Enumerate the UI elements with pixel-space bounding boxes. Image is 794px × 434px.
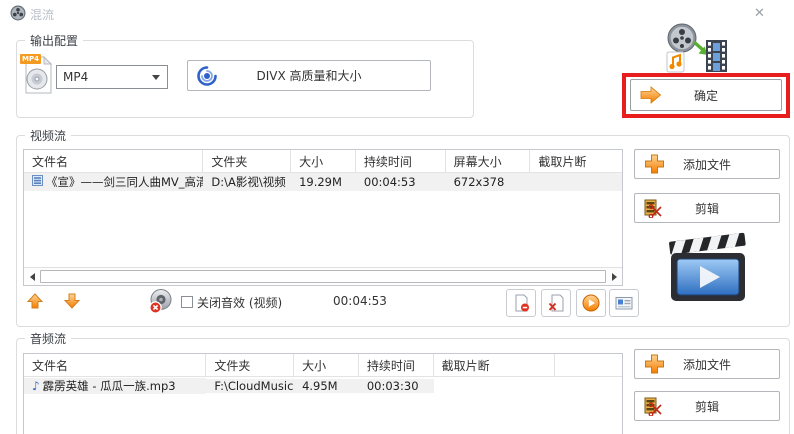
scrollbar-thumb[interactable] <box>40 270 606 283</box>
video-file-screensize: 672x378 <box>446 175 531 189</box>
plus-icon <box>644 354 665 375</box>
audio-list-header: 文件名 文件夹 大小 持续时间 截取片断 <box>24 354 622 377</box>
video-list-header: 文件名 文件夹 大小 持续时间 屏幕大小 截取片断 <box>24 150 622 173</box>
col-clip[interactable]: 截取片断 <box>434 354 556 376</box>
col-folder[interactable]: 文件夹 <box>203 150 291 172</box>
profile-button-label: DIVX 高质量和大小 <box>256 67 361 84</box>
audio-file-folder: F:\CloudMusic <box>206 379 294 393</box>
mp4-badge: MP4 <box>20 54 41 64</box>
chevron-down-icon <box>152 75 160 80</box>
properties-button[interactable] <box>609 289 639 317</box>
video-file-icon <box>32 175 43 189</box>
col-size[interactable]: 大小 <box>291 150 356 172</box>
horizontal-scrollbar[interactable] <box>24 267 622 285</box>
col-folder[interactable]: 文件夹 <box>206 354 294 376</box>
audio-add-file-button[interactable]: 添加文件 <box>634 349 780 379</box>
format-select-value: MP4 <box>57 70 152 84</box>
scissors-clip-icon <box>644 198 664 218</box>
video-file-list: 文件名 文件夹 大小 持续时间 屏幕大小 截取片断 《宣》——剑三同人曲MV_高… <box>23 149 623 286</box>
video-stream-group: 视频流 文件名 文件夹 大小 持续时间 屏幕大小 截取片断 《宣》——剑三同人曲… <box>16 135 790 327</box>
col-size[interactable]: 大小 <box>294 354 359 376</box>
audio-table-row[interactable]: ♪ 霹雳英雄 - 瓜瓜一族.mp3 F:\CloudMusic 4.95M 00… <box>24 377 622 395</box>
audio-stream-group: 音频流 文件名 文件夹 大小 持续时间 截取片断 ♪ 霹雳英雄 - 瓜瓜一族.m… <box>16 338 790 434</box>
divx-profile-icon <box>197 66 217 86</box>
audio-file-duration: 00:03:30 <box>359 379 434 393</box>
ok-button[interactable]: 确定 <box>630 79 782 111</box>
audio-note-icon: ♪ <box>32 380 40 392</box>
col-duration[interactable]: 持续时间 <box>359 354 434 376</box>
audio-file-list: 文件名 文件夹 大小 持续时间 截取片断 ♪ 霹雳英雄 - 瓜瓜一族.mp3 F… <box>23 353 623 434</box>
play-button[interactable] <box>576 289 606 317</box>
clapperboard-icon <box>667 229 749 306</box>
col-duration[interactable]: 持续时间 <box>356 150 446 172</box>
mute-speaker-icon <box>147 288 174 318</box>
video-file-name: 《宣》——剑三同人曲MV_高清... <box>46 174 203 190</box>
video-add-file-button[interactable]: 添加文件 <box>634 149 780 179</box>
scissors-clip-icon <box>644 396 664 416</box>
audio-file-size: 4.95M <box>294 379 359 393</box>
delete-file-button[interactable] <box>541 289 571 317</box>
video-edit-button[interactable]: 剪辑 <box>634 193 780 223</box>
mux-dialog-window: 混流 ✕ 输出配置 MP4 MP4 <box>0 0 794 434</box>
video-file-duration: 00:04:53 <box>356 175 446 189</box>
video-edit-label: 剪辑 <box>695 200 719 217</box>
audio-add-file-label: 添加文件 <box>683 356 731 373</box>
video-table-row[interactable]: 《宣》——剑三同人曲MV_高清... D:\A影视\视频 19.29M 00:0… <box>24 173 622 191</box>
mp4-file-icon: MP4 <box>23 54 53 97</box>
profile-button[interactable]: DIVX 高质量和大小 <box>187 60 431 91</box>
mux-media-icon <box>658 22 730 77</box>
video-file-size: 19.29M <box>291 175 356 189</box>
current-time-value: 00:04:53 <box>333 294 387 308</box>
plus-icon <box>644 154 665 175</box>
move-up-icon[interactable] <box>26 292 44 313</box>
window-title: 混流 <box>30 6 54 23</box>
audio-file-name: 霹雳英雄 - 瓜瓜一族.mp3 <box>43 378 176 394</box>
scroll-left-icon[interactable] <box>24 268 40 285</box>
video-stream-legend: 视频流 <box>25 127 71 144</box>
format-select[interactable]: MP4 <box>56 65 168 89</box>
move-down-icon[interactable] <box>63 292 81 313</box>
mute-audio-checkbox[interactable] <box>181 296 193 308</box>
col-empty[interactable] <box>555 354 622 376</box>
scroll-right-icon[interactable] <box>606 268 622 285</box>
arrow-right-icon <box>640 86 662 105</box>
col-clip[interactable]: 截取片断 <box>530 150 622 172</box>
close-icon[interactable]: ✕ <box>748 4 771 23</box>
audio-edit-label: 剪辑 <box>695 398 719 415</box>
mute-audio-label: 关闭音效 (视频) <box>197 294 282 311</box>
output-config-group: 输出配置 MP4 MP4 DIVX 高质量和大 <box>16 40 474 118</box>
audio-edit-button[interactable]: 剪辑 <box>634 391 780 421</box>
ok-button-label: 确定 <box>694 87 718 104</box>
video-add-file-label: 添加文件 <box>683 156 731 173</box>
col-screensize[interactable]: 屏幕大小 <box>446 150 531 172</box>
output-config-legend: 输出配置 <box>25 32 83 49</box>
remove-file-button[interactable] <box>506 289 536 317</box>
audio-stream-legend: 音频流 <box>25 330 71 347</box>
col-filename[interactable]: 文件名 <box>24 354 206 376</box>
col-filename[interactable]: 文件名 <box>24 150 203 172</box>
video-file-folder: D:\A影视\视频 <box>203 174 291 190</box>
film-reel-icon <box>10 5 26 24</box>
